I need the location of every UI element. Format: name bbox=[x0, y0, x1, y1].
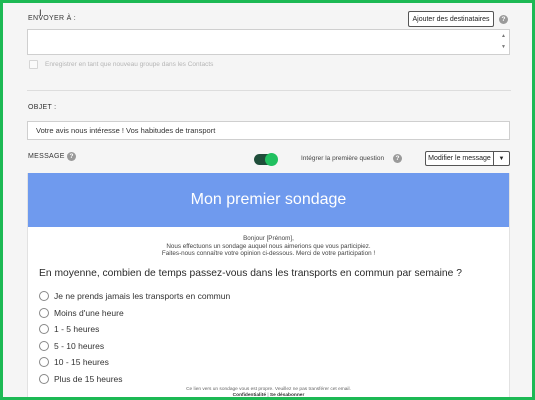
recipients-input[interactable]: ▲ ▼ bbox=[27, 29, 510, 55]
divider bbox=[27, 90, 511, 91]
message-label: MESSAGE : bbox=[28, 153, 70, 160]
unsubscribe-link[interactable]: Se désabonner bbox=[270, 393, 304, 397]
radio-button[interactable] bbox=[39, 307, 49, 318]
email-greeting: Bonjour [Prénom], bbox=[243, 235, 294, 242]
option-label: 10 - 15 heures bbox=[54, 357, 109, 368]
subject-label: OBJET : bbox=[28, 104, 57, 111]
save-group-row: Enregistrer en tant que nouveau groupe d… bbox=[29, 60, 213, 69]
option-row[interactable]: Moins d'une heure bbox=[39, 305, 230, 322]
option-label: Plus de 15 heures bbox=[54, 373, 123, 384]
option-row[interactable]: Plus de 15 heures bbox=[39, 371, 230, 388]
privacy-link[interactable]: Confidentialité bbox=[233, 393, 266, 397]
footer-links: Confidentialité | Se désabonner bbox=[28, 393, 509, 398]
email-intro: Bonjour [Prénom], Nous effectuons un son… bbox=[28, 235, 509, 258]
message-help-icon[interactable]: ? bbox=[67, 152, 76, 161]
option-row[interactable]: 5 - 10 heures bbox=[39, 338, 230, 355]
textarea-scrollbar[interactable]: ▲ ▼ bbox=[501, 34, 506, 50]
toggle-knob bbox=[265, 152, 278, 166]
email-preview: Mon premier sondage Bonjour [Prénom], No… bbox=[27, 173, 510, 398]
survey-options: Je ne prends jamais les transports en co… bbox=[39, 288, 230, 387]
email-intro-line2: Faites-nous connaître votre opinion ci-d… bbox=[161, 250, 376, 257]
email-banner: Mon premier sondage bbox=[28, 173, 509, 227]
recipients-help-icon[interactable]: ? bbox=[499, 15, 508, 24]
add-recipients-button[interactable]: Ajouter des destinataires bbox=[408, 11, 494, 27]
option-label: 5 - 10 heures bbox=[54, 340, 105, 351]
footer-separator: | bbox=[267, 393, 269, 398]
radio-button[interactable] bbox=[39, 340, 49, 351]
scroll-down-icon[interactable]: ▼ bbox=[501, 45, 506, 50]
option-label: 1 - 5 heures bbox=[54, 324, 100, 335]
save-group-checkbox[interactable] bbox=[29, 60, 38, 69]
survey-question: En moyenne, combien de temps passez-vous… bbox=[39, 268, 462, 279]
option-label: Moins d'une heure bbox=[54, 307, 124, 318]
edit-message-button[interactable]: Modifier le message bbox=[425, 151, 494, 166]
option-row[interactable]: 10 - 15 heures bbox=[39, 354, 230, 371]
recipients-label: ENVOYER À : bbox=[28, 15, 77, 22]
radio-button[interactable] bbox=[39, 373, 49, 384]
email-banner-title: Mon premier sondage bbox=[190, 191, 347, 208]
subject-input[interactable]: Votre avis nous intéresse ! Vos habitude… bbox=[27, 121, 510, 140]
include-question-toggle[interactable] bbox=[254, 152, 278, 166]
include-question-label: Intégrer la première question bbox=[301, 155, 385, 162]
scroll-up-icon[interactable]: ▲ bbox=[501, 34, 506, 39]
save-group-label: Enregistrer en tant que nouveau groupe d… bbox=[45, 61, 214, 68]
radio-button[interactable] bbox=[39, 291, 49, 302]
radio-button[interactable] bbox=[39, 324, 49, 335]
option-label: Je ne prends jamais les transports en co… bbox=[54, 291, 231, 302]
option-row[interactable]: Je ne prends jamais les transports en co… bbox=[39, 288, 230, 305]
edit-message-dropdown-icon[interactable]: ▼ bbox=[493, 151, 510, 166]
include-question-help-icon[interactable]: ? bbox=[393, 154, 402, 163]
email-footer: Ce lien vers un sondage vous est propre.… bbox=[28, 387, 509, 398]
option-row[interactable]: 1 - 5 heures bbox=[39, 321, 230, 338]
email-intro-line1: Nous effectuons un sondage auquel nous a… bbox=[166, 242, 371, 250]
radio-button[interactable] bbox=[39, 357, 49, 368]
survey-send-form: I ENVOYER À : Ajouter des destinataires … bbox=[0, 0, 535, 400]
